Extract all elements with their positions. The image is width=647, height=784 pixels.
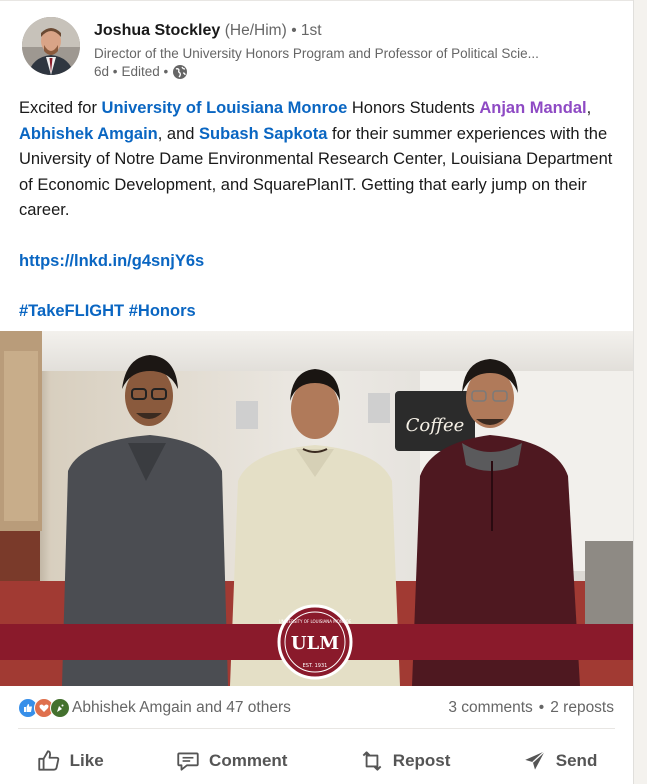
repost-label: Repost — [392, 751, 451, 770]
seal-top-text: UNIVERSITY OF LOUISIANA MONROE — [279, 619, 352, 624]
feed-post-card: Joshua Stockley (He/Him) • 1st Director … — [0, 0, 634, 784]
send-icon — [525, 750, 545, 770]
post-timestamp: 6d • Edited • — [94, 63, 614, 81]
comment-label: Comment — [209, 751, 288, 770]
repost-button[interactable]: Repost — [349, 742, 461, 780]
post-author[interactable]: Joshua Stockley (He/Him) • 1st Director … — [22, 17, 539, 79]
hashtag-honors[interactable]: #Honors — [129, 302, 196, 320]
post-time: 6d • — [94, 64, 118, 79]
count-separator: • — [538, 699, 545, 716]
avatar[interactable] — [22, 17, 80, 75]
reactions-summary[interactable]: Abhishek Amgain and 47 others — [18, 698, 291, 718]
mention-ulm[interactable]: University of Louisiana Monroe — [102, 99, 348, 117]
send-label: Send — [555, 751, 598, 770]
action-bar: Like Comment Repost Send — [0, 738, 633, 784]
thumbs-up-icon — [38, 750, 59, 771]
social-counts: Abhishek Amgain and 47 others 3 comments… — [18, 695, 614, 721]
author-headline: Director of the University Honors Progra… — [94, 46, 539, 61]
divider — [18, 728, 615, 729]
seal-bottom-text: EST. 1931 — [303, 663, 328, 669]
post-paragraph: Excited for University of Louisiana Monr… — [19, 96, 615, 224]
like-button[interactable]: Like — [26, 742, 114, 780]
divider — [0, 0, 633, 1]
post-link[interactable]: https://lnkd.in/g4snjY6s — [19, 252, 204, 270]
post-text-segment: , — [586, 99, 592, 117]
comment-icon — [177, 752, 199, 771]
author-pronouns: (He/Him) — [224, 22, 287, 39]
globe-icon — [172, 64, 188, 80]
send-button[interactable]: Send — [512, 742, 608, 780]
ulm-logo-text: ULM — [291, 633, 339, 654]
mention-anjan-mandal[interactable]: Anjan Mandal — [479, 99, 586, 117]
reposts-count[interactable]: 2 reposts — [550, 699, 614, 717]
mention-subash-sapkota[interactable]: Subash Sapkota — [199, 125, 327, 143]
repost-icon — [362, 751, 382, 771]
like-label: Like — [69, 751, 104, 770]
post-text-segment: Excited for — [19, 99, 102, 117]
reactions-count[interactable]: Abhishek Amgain and 47 others — [72, 699, 291, 717]
mention-abhishek-amgain[interactable]: Abhishek Amgain — [19, 125, 158, 143]
post-text-segment: Honors Students — [347, 99, 480, 117]
hashtag-takeflight[interactable]: #TakeFLIGHT — [19, 302, 124, 320]
post-body: Excited for University of Louisiana Monr… — [19, 96, 615, 325]
comments-count[interactable]: 3 comments — [448, 699, 532, 717]
post-text-segment: , and — [157, 124, 200, 143]
author-name[interactable]: Joshua Stockley — [94, 22, 220, 39]
celebrate-reaction-icon — [50, 698, 70, 718]
connection-degree: • 1st — [291, 22, 322, 39]
post-image[interactable]: Coffee ULM UNIVERSITY OF LOUISIANA MONRO… — [0, 331, 633, 686]
comment-button[interactable]: Comment — [165, 742, 297, 780]
coffee-sign-text: Coffee — [406, 415, 465, 436]
edited-label: Edited • — [121, 64, 169, 79]
